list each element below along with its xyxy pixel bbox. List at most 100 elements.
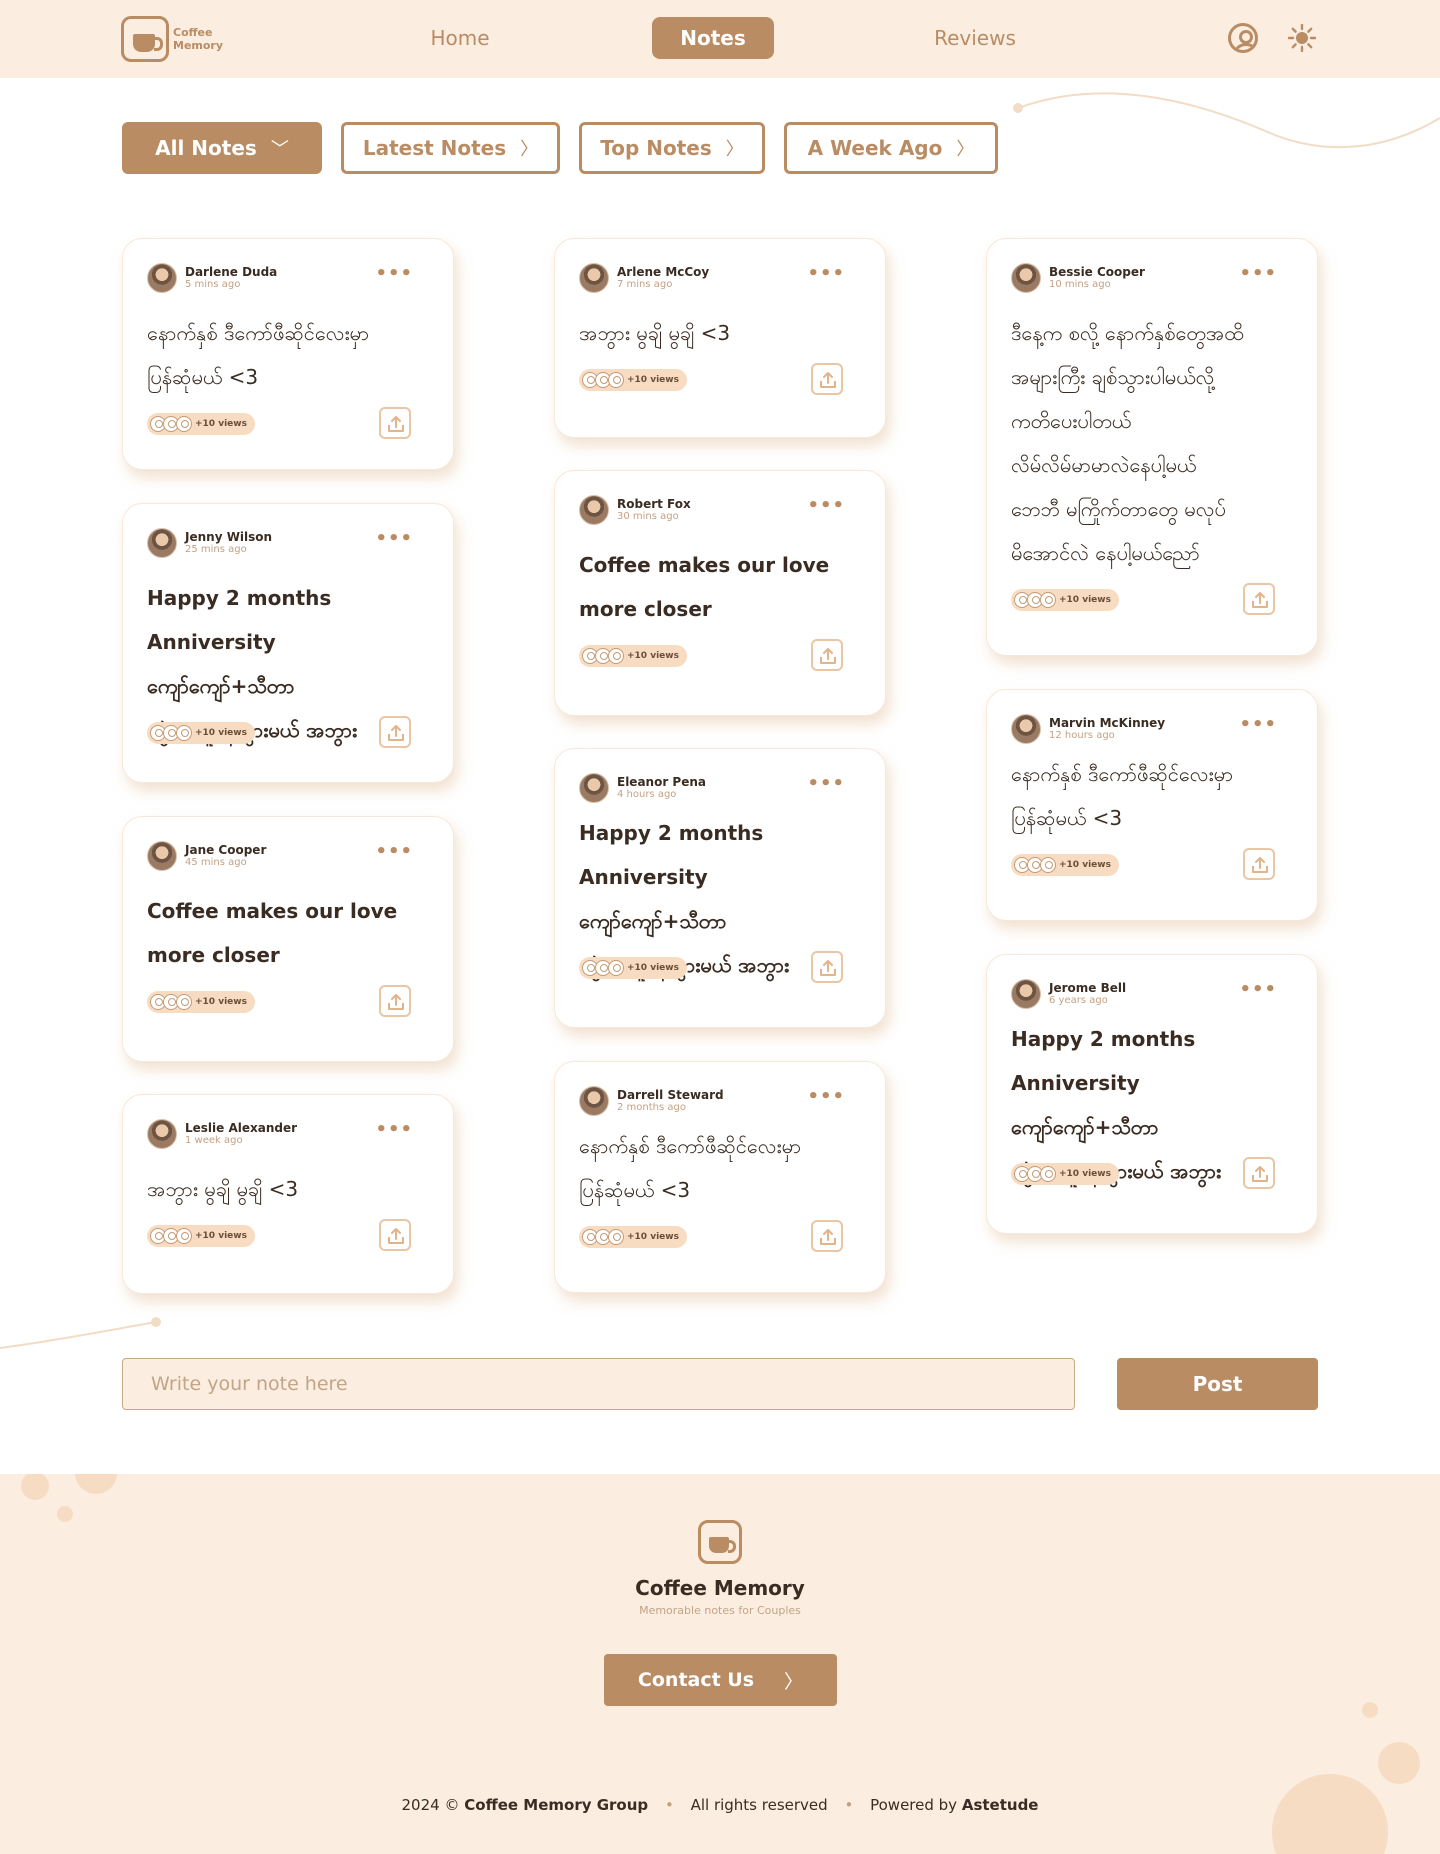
- viewer-icon: [176, 725, 192, 741]
- avatar[interactable]: [579, 263, 609, 293]
- note-card[interactable]: Leslie Alexander 1 week ago ••• အဘွား မွချိ…: [122, 1094, 454, 1294]
- note-text: Coffee makes our love more closer: [147, 889, 435, 977]
- note-line: Coffee makes our love: [579, 553, 830, 577]
- contact-us-button[interactable]: Contact Us 〉: [604, 1654, 837, 1706]
- filter-all-label: All Notes: [155, 136, 257, 160]
- note-author: Marvin McKinney 12 hours ago: [1011, 714, 1165, 744]
- viewer-icon: [176, 994, 192, 1010]
- user-profile-icon[interactable]: [1228, 23, 1258, 53]
- note-card[interactable]: Jerome Bell 6 years ago ••• Happy 2 months …: [986, 954, 1318, 1234]
- powered-by-link[interactable]: Astetude: [962, 1796, 1039, 1814]
- note-author: Robert Fox 30 mins ago: [579, 495, 691, 525]
- avatar[interactable]: [1011, 263, 1041, 293]
- note-line: ပြန်ဆုံမယ် <3: [579, 1178, 691, 1202]
- share-icon[interactable]: [379, 407, 411, 439]
- avatar[interactable]: [1011, 979, 1041, 1009]
- views-count: +10 views: [627, 375, 679, 385]
- note-card[interactable]: Marvin McKinney 12 hours ago ••• နောက်နှစ် …: [986, 689, 1318, 921]
- nav-home[interactable]: Home: [400, 17, 520, 59]
- decorative-wave: [0, 1317, 161, 1349]
- views-badge: +10 views: [147, 991, 255, 1013]
- share-icon[interactable]: [1243, 583, 1275, 615]
- more-options-icon[interactable]: •••: [807, 1088, 845, 1106]
- more-options-icon[interactable]: •••: [375, 530, 413, 548]
- note-text: အဘွား မွချိ မွချိ <3: [147, 1167, 435, 1211]
- note-card[interactable]: Darlene Duda 5 mins ago ••• နောက်နှစ် ဒီကော…: [122, 238, 454, 470]
- filter-latest-label: Latest Notes: [362, 136, 507, 160]
- note-card[interactable]: Eleanor Pena 4 hours ago ••• Happy 2 months…: [554, 748, 886, 1028]
- filter-latest-notes[interactable]: Latest Notes 〉: [341, 122, 560, 174]
- more-options-icon[interactable]: •••: [1239, 265, 1277, 283]
- share-icon[interactable]: [811, 639, 843, 671]
- more-options-icon[interactable]: •••: [807, 775, 845, 793]
- more-options-icon[interactable]: •••: [1239, 981, 1277, 999]
- note-line: လိမ်လိမ်မာမာလဲနေပါ့မယ်: [1011, 453, 1197, 477]
- note-card[interactable]: Arlene McCoy 7 mins ago ••• အဘွား မွချိ မွခ…: [554, 238, 886, 438]
- contact-label: Contact Us: [637, 1669, 755, 1691]
- post-button[interactable]: Post: [1117, 1358, 1318, 1410]
- avatar[interactable]: [579, 495, 609, 525]
- share-icon[interactable]: [811, 1220, 843, 1252]
- note-text: ဒီနေ့က စလို့ နောက်နှစ်တွေအထိ အများကြီး ချ…: [1011, 311, 1299, 575]
- filter-top-notes[interactable]: Top Notes 〉: [579, 122, 765, 174]
- more-options-icon[interactable]: •••: [1239, 716, 1277, 734]
- avatar[interactable]: [579, 1086, 609, 1116]
- views-count: +10 views: [195, 997, 247, 1007]
- note-card[interactable]: Jane Cooper 45 mins ago ••• Coffee makes ou…: [122, 816, 454, 1062]
- decorative-bubble: [57, 1506, 73, 1522]
- views-count: +10 views: [195, 728, 247, 738]
- coffee-cup-icon: [698, 1520, 742, 1564]
- nav-notes[interactable]: Notes: [652, 17, 774, 59]
- more-options-icon[interactable]: •••: [375, 843, 413, 861]
- theme-toggle-sun-icon[interactable]: [1287, 23, 1317, 53]
- brand-logo[interactable]: Coffee Memory: [121, 16, 233, 62]
- avatar[interactable]: [1011, 714, 1041, 744]
- note-line: ဘေဘီ မကြိုက်တာတွေ မလုပ်: [1011, 497, 1226, 521]
- views-badge: +10 views: [1011, 1163, 1119, 1185]
- filter-all-notes-dropdown[interactable]: All Notes ﹀: [122, 122, 322, 174]
- footer-title: Coffee Memory: [635, 1576, 805, 1600]
- share-icon[interactable]: [379, 1219, 411, 1251]
- note-author: Arlene McCoy 7 mins ago: [579, 263, 709, 293]
- author-name: Darlene Duda: [185, 265, 278, 279]
- note-card[interactable]: Robert Fox 30 mins ago ••• Coffee makes our…: [554, 470, 886, 716]
- filter-week-ago[interactable]: A Week Ago 〉: [784, 122, 998, 174]
- avatar[interactable]: [147, 841, 177, 871]
- author-name: Robert Fox: [617, 497, 691, 511]
- more-options-icon[interactable]: •••: [375, 265, 413, 283]
- note-author: Jenny Wilson 25 mins ago: [147, 528, 272, 558]
- nav-reviews[interactable]: Reviews: [915, 17, 1035, 59]
- note-card[interactable]: Bessie Cooper 10 mins ago ••• ဒီနေ့က စလို့ …: [986, 238, 1318, 656]
- note-line: Happy 2 months Anniversity: [579, 821, 764, 889]
- chevron-right-icon: 〉: [520, 139, 539, 160]
- note-card[interactable]: Darrell Steward 2 months ago ••• နောက်နှစ် …: [554, 1061, 886, 1293]
- views-badge: +10 views: [147, 722, 255, 744]
- note-line: ဒီနေ့က စလို့ နောက်နှစ်တွေအထိ: [1011, 321, 1244, 345]
- note-input[interactable]: [122, 1358, 1075, 1410]
- post-time: 2 months ago: [617, 1102, 686, 1113]
- more-options-icon[interactable]: •••: [375, 1121, 413, 1139]
- note-author: Bessie Cooper 10 mins ago: [1011, 263, 1145, 293]
- share-icon[interactable]: [811, 363, 843, 395]
- group-name: Coffee Memory Group: [464, 1796, 649, 1814]
- note-line: မိအောင်လဲ နေပါ့မယ်ညော်: [1011, 541, 1200, 565]
- share-icon[interactable]: [1243, 1157, 1275, 1189]
- chevron-right-icon: 〉: [784, 1670, 804, 1693]
- note-line: နောက်နှစ် ဒီကော်ဖီဆိုင်လေးမှာ: [147, 321, 370, 345]
- share-icon[interactable]: [379, 985, 411, 1017]
- more-options-icon[interactable]: •••: [807, 497, 845, 515]
- footer: Coffee Memory Memorable notes for Couple…: [0, 1474, 1440, 1854]
- decorative-bubble: [1362, 1702, 1378, 1718]
- avatar[interactable]: [147, 1119, 177, 1149]
- avatar[interactable]: [147, 263, 177, 293]
- share-icon[interactable]: [811, 951, 843, 983]
- viewer-icon: [608, 372, 624, 388]
- avatar[interactable]: [579, 773, 609, 803]
- note-card[interactable]: Jenny Wilson 25 mins ago ••• Happy 2 months…: [122, 503, 454, 783]
- note-line: more closer: [147, 943, 280, 967]
- more-options-icon[interactable]: •••: [807, 265, 845, 283]
- avatar[interactable]: [147, 528, 177, 558]
- share-icon[interactable]: [379, 716, 411, 748]
- note-line: Coffee makes our love: [147, 899, 398, 923]
- share-icon[interactable]: [1243, 848, 1275, 880]
